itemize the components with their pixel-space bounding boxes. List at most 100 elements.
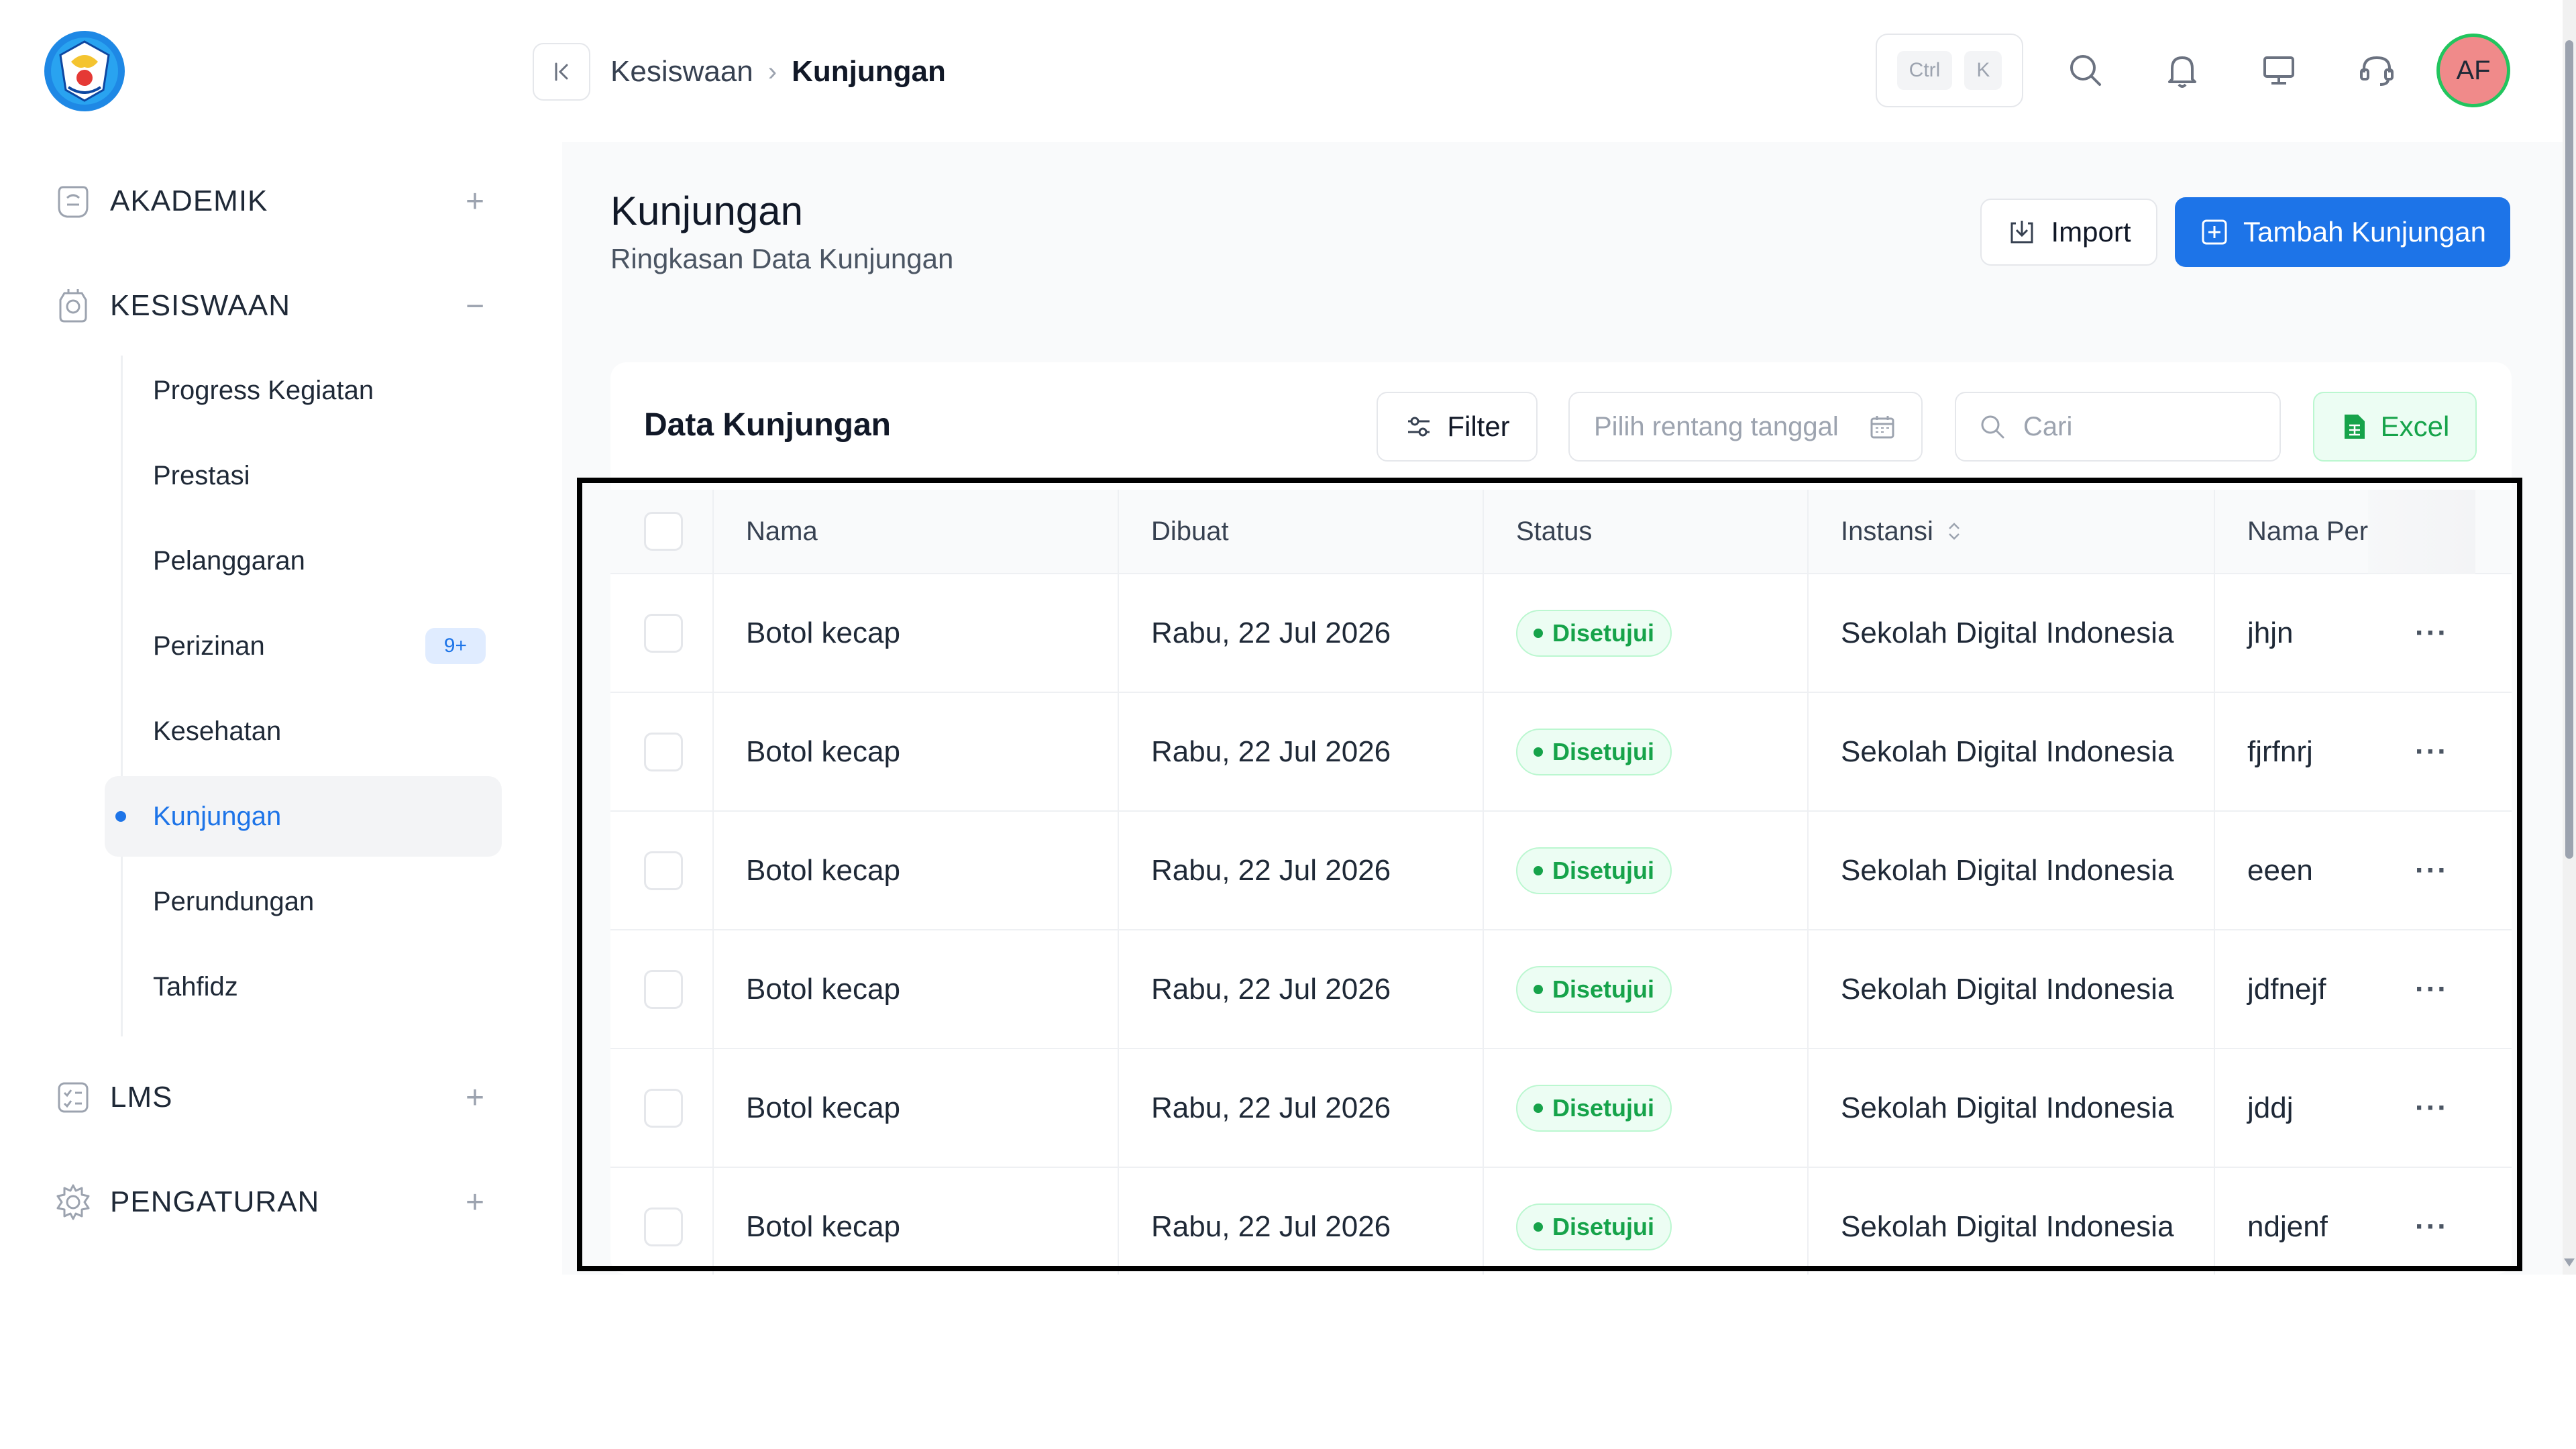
sidebar-item-label: Pelanggaran <box>153 545 305 576</box>
row-checkbox[interactable] <box>644 851 683 890</box>
sidebar-item-progress-kegiatan[interactable]: Progress Kegiatan <box>105 350 502 431</box>
search-input[interactable]: Cari <box>1955 392 2281 462</box>
calendar-icon <box>1870 416 1894 439</box>
column-header-instansi[interactable]: Instansi <box>1809 490 2215 573</box>
row-checkbox[interactable] <box>644 613 683 653</box>
nav-group-label: KESISWAAN <box>110 289 290 322</box>
cell-nama-per: eeen <box>2247 853 2313 887</box>
nav-group-akademik[interactable]: AKADEMIK + <box>52 161 495 241</box>
date-range-placeholder: Pilih rentang tanggal <box>1594 411 1839 441</box>
cell-dibuat: Rabu, 22 Jul 2026 <box>1119 1049 1484 1167</box>
sidebar-item-label: Tahfidz <box>153 971 238 1002</box>
status-dot-icon <box>1534 865 1543 875</box>
breadcrumb: Kesiswaan › Kunjungan <box>610 48 946 95</box>
page-subtitle: Ringkasan Data Kunjungan <box>610 243 954 274</box>
table-row[interactable]: Botol kecap Rabu, 22 Jul 2026 Disetujui … <box>610 1049 2512 1168</box>
search-icon <box>1981 415 2004 439</box>
export-excel-button[interactable]: Excel <box>2313 392 2477 462</box>
app-logo[interactable] <box>42 28 127 114</box>
expand-icon[interactable]: + <box>455 183 495 220</box>
cell-instansi: Sekolah Digital Indonesia <box>1809 930 2215 1048</box>
expand-icon[interactable]: + <box>455 1184 495 1221</box>
cell-status: Disetujui <box>1484 574 1809 692</box>
row-more-icon[interactable]: ··· <box>2415 1091 2449 1125</box>
row-checkbox[interactable] <box>644 969 683 1009</box>
status-dot-icon <box>1534 984 1543 994</box>
row-select-cell <box>610 930 714 1048</box>
import-button[interactable]: Import <box>1980 199 2157 266</box>
row-select-cell <box>610 812 714 929</box>
cell-nama: Botol kecap <box>714 693 1119 810</box>
row-checkbox[interactable] <box>644 732 683 771</box>
date-range-input[interactable]: Pilih rentang tanggal <box>1568 392 1923 462</box>
column-header-dibuat[interactable]: Dibuat <box>1119 490 1484 573</box>
row-checkbox[interactable] <box>644 1088 683 1128</box>
user-avatar[interactable]: AF <box>2436 34 2510 107</box>
table-row[interactable]: Botol kecap Rabu, 22 Jul 2026 Disetujui … <box>610 1168 2512 1275</box>
status-dot-icon <box>1534 1222 1543 1232</box>
nav-group-lms[interactable]: LMS + <box>52 1057 495 1138</box>
row-checkbox[interactable] <box>644 1207 683 1246</box>
nav-group-pengaturan[interactable]: PENGATURAN + <box>52 1162 495 1242</box>
command-palette-shortcut[interactable]: Ctrl K <box>1876 34 2023 107</box>
cell-status: Disetujui <box>1484 812 1809 929</box>
headset-icon[interactable] <box>2355 48 2399 93</box>
scroll-down-icon[interactable] <box>2564 1258 2575 1267</box>
column-header-nama[interactable]: Nama <box>714 490 1119 573</box>
expand-icon[interactable]: + <box>455 1079 495 1116</box>
add-kunjungan-button[interactable]: Tambah Kunjungan <box>2175 197 2510 267</box>
collapse-sidebar-button[interactable] <box>533 43 590 101</box>
cell-nama-per: jddj <box>2247 1091 2294 1124</box>
table-row[interactable]: Botol kecap Rabu, 22 Jul 2026 Disetujui … <box>610 693 2512 812</box>
nav-group-kesiswaan[interactable]: KESISWAAN − <box>52 266 495 346</box>
row-select-cell <box>610 1168 714 1275</box>
sidebar-item-kunjungan[interactable]: Kunjungan <box>105 776 502 857</box>
sidebar-item-label: Kunjungan <box>153 801 282 831</box>
row-more-icon[interactable]: ··· <box>2415 854 2449 888</box>
bell-icon[interactable] <box>2160 48 2204 93</box>
academic-icon <box>58 186 89 218</box>
table-row[interactable]: Botol kecap Rabu, 22 Jul 2026 Disetujui … <box>610 574 2512 693</box>
kbd-k: K <box>1964 51 2002 90</box>
sidebar-item-perizinan[interactable]: Perizinan 9+ <box>105 606 502 686</box>
filter-icon <box>1408 417 1430 437</box>
table-row[interactable]: Botol kecap Rabu, 22 Jul 2026 Disetujui … <box>610 812 2512 930</box>
status-dot-icon <box>1534 628 1543 638</box>
collapse-icon[interactable]: − <box>455 288 495 325</box>
cell-instansi: Sekolah Digital Indonesia <box>1809 1168 2215 1275</box>
cell-dibuat: Rabu, 22 Jul 2026 <box>1119 574 1484 692</box>
table-row[interactable]: Botol kecap Rabu, 22 Jul 2026 Disetujui … <box>610 930 2512 1049</box>
cell-dibuat: Rabu, 22 Jul 2026 <box>1119 930 1484 1048</box>
monitor-icon[interactable] <box>2257 48 2301 93</box>
cell-nama: Botol kecap <box>714 1168 1119 1275</box>
page-title: Kunjungan <box>610 189 803 233</box>
plus-square-icon <box>2202 219 2227 245</box>
sidebar-item-kesehatan[interactable]: Kesehatan <box>105 691 502 771</box>
sidebar-item-pelanggaran[interactable]: Pelanggaran <box>105 521 502 601</box>
select-all-checkbox[interactable] <box>644 512 683 551</box>
status-badge: Disetujui <box>1516 847 1672 894</box>
kbd-ctrl: Ctrl <box>1896 51 1953 90</box>
breadcrumb-item-kesiswaan[interactable]: Kesiswaan <box>610 55 753 89</box>
sidebar-item-prestasi[interactable]: Prestasi <box>105 435 502 516</box>
cell-nama-per: ndjenf <box>2247 1210 2328 1243</box>
sidebar-item-tahfidz[interactable]: Tahfidz <box>105 947 502 1027</box>
cell-instansi: Sekolah Digital Indonesia <box>1809 812 2215 929</box>
row-more-icon[interactable]: ··· <box>2415 973 2449 1006</box>
column-header-status[interactable]: Status <box>1484 490 1809 573</box>
row-more-icon[interactable]: ··· <box>2415 1210 2449 1244</box>
sidebar-item-perundungan[interactable]: Perundungan <box>105 861 502 942</box>
row-more-icon[interactable]: ··· <box>2415 735 2449 769</box>
status-badge: Disetujui <box>1516 965 1672 1013</box>
cell-nama: Botol kecap <box>714 930 1119 1048</box>
sort-icon[interactable] <box>1945 519 1963 543</box>
search-icon[interactable] <box>2063 48 2108 93</box>
filter-button[interactable]: Filter <box>1377 392 1538 462</box>
sidebar-item-label: Perizinan <box>153 631 265 661</box>
scrollbar-thumb[interactable] <box>2565 40 2573 859</box>
cell-nama: Botol kecap <box>714 1049 1119 1167</box>
status-label: Disetujui <box>1552 737 1655 765</box>
blank-area <box>0 1275 2576 1449</box>
row-more-icon[interactable]: ··· <box>2415 616 2449 650</box>
count-badge: 9+ <box>425 628 486 664</box>
